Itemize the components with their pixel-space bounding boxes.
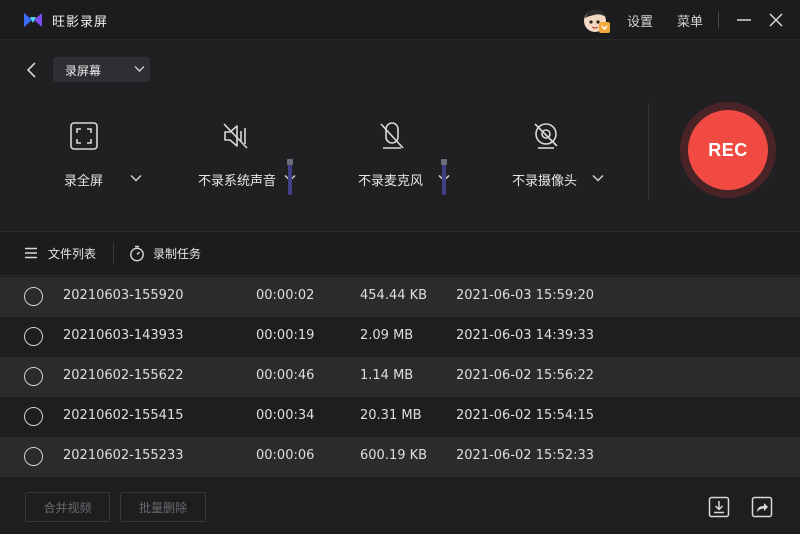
file-size: 600.19 KB [360,448,428,463]
file-date: 2021-06-03 14:39:33 [456,328,595,343]
titlebar-divider [718,12,719,28]
camera-label: 不录摄像头 [512,174,578,189]
panel-divider [648,103,649,199]
file-size: 2.09 MB [360,328,414,343]
file-date: 2021-06-02 15:52:33 [456,448,595,463]
file-duration: 00:00:19 [256,328,315,343]
row-select-radio[interactable] [24,327,43,346]
app-title: 旺影录屏 [52,15,109,30]
batch-delete-button[interactable]: 批量删除 [120,492,206,522]
system-volume-slider[interactable] [287,159,293,195]
row-select-radio[interactable] [24,287,43,306]
tab-divider [113,243,114,265]
record-mode-value: 录屏幕 [65,64,102,78]
file-duration: 00:00:02 [256,288,315,303]
list-tabs: 文件列表 录制任务 [0,231,800,276]
system-audio-label: 不录系统声音 [198,174,277,189]
chevron-down-icon[interactable] [592,173,604,183]
file-name: 20210602-155233 [63,448,184,463]
menu-link[interactable]: 菜单 [677,11,703,30]
row-select-radio[interactable] [24,407,43,426]
microphone-label: 不录麦克风 [358,174,424,189]
user-avatar-icon[interactable] [582,7,612,35]
file-row[interactable]: 20210602-155233 00:00:06 600.19 KB 2021-… [0,437,800,477]
file-duration: 00:00:34 [256,408,315,423]
fullscreen-icon [70,122,98,150]
share-icon[interactable] [751,496,773,518]
microphone-muted-icon [380,122,404,149]
file-row[interactable]: 20210603-143933 00:00:19 2.09 MB 2021-06… [0,317,800,357]
tab-record-tasks-label: 录制任务 [153,247,202,261]
volume-knob[interactable] [287,159,293,165]
chevron-down-icon [134,66,145,72]
file-date: 2021-06-02 15:56:22 [456,368,595,383]
camera-control[interactable]: 不录摄像头 [510,116,610,196]
list-icon [25,247,37,259]
chevron-down-icon[interactable] [130,173,142,183]
file-duration: 00:00:46 [256,368,315,383]
merge-videos-button[interactable]: 合并视频 [25,492,110,522]
footer-bar: 合并视频 批量删除 [0,477,800,534]
volume-track [288,162,292,195]
camera-off-icon [534,123,558,149]
file-duration: 00:00:06 [256,448,315,463]
file-size: 20.31 MB [360,408,422,423]
file-name: 20210603-143933 [63,328,184,343]
file-name: 20210602-155415 [63,408,184,423]
microphone-volume-slider[interactable] [441,159,447,195]
file-date: 2021-06-03 15:59:20 [456,288,595,303]
timer-icon [130,245,144,262]
minimize-icon[interactable] [734,10,754,30]
file-row[interactable]: 20210603-155920 00:00:02 454.44 KB 2021-… [0,277,800,317]
file-row[interactable]: 20210602-155622 00:00:46 1.14 MB 2021-06… [0,357,800,397]
volume-track [442,162,446,195]
title-bar: 旺影录屏 设置 菜单 [0,0,800,40]
tab-file-list[interactable]: 文件列表 [24,244,104,264]
rec-button-label: REC [688,110,768,190]
speaker-muted-icon [223,123,248,149]
file-name: 20210603-155920 [63,288,184,303]
record-mode-select[interactable]: 录屏幕 [53,57,150,82]
app-logo-icon [24,13,42,27]
settings-link[interactable]: 设置 [627,11,653,30]
file-list: 20210603-155920 00:00:02 454.44 KB 2021-… [0,277,800,477]
file-name: 20210602-155622 [63,368,184,383]
row-select-radio[interactable] [24,367,43,386]
file-size: 1.14 MB [360,368,414,383]
volume-knob[interactable] [441,159,447,165]
file-size: 454.44 KB [360,288,428,303]
file-date: 2021-06-02 15:54:15 [456,408,595,423]
rec-button[interactable]: REC [680,102,776,198]
back-arrow-icon[interactable] [22,60,42,80]
export-download-icon[interactable] [708,496,730,518]
file-row[interactable]: 20210602-155415 00:00:34 20.31 MB 2021-0… [0,397,800,437]
row-select-radio[interactable] [24,447,43,466]
close-icon[interactable] [766,10,786,30]
screen-area-control[interactable]: 录全屏 [60,116,150,196]
tab-file-list-label: 文件列表 [48,247,97,261]
tab-record-tasks[interactable]: 录制任务 [129,244,209,264]
screen-area-label: 录全屏 [64,174,104,189]
record-control-panel: 录屏幕 录全屏 不录系统声音 不录麦克风 不录摄像头 [0,41,800,231]
